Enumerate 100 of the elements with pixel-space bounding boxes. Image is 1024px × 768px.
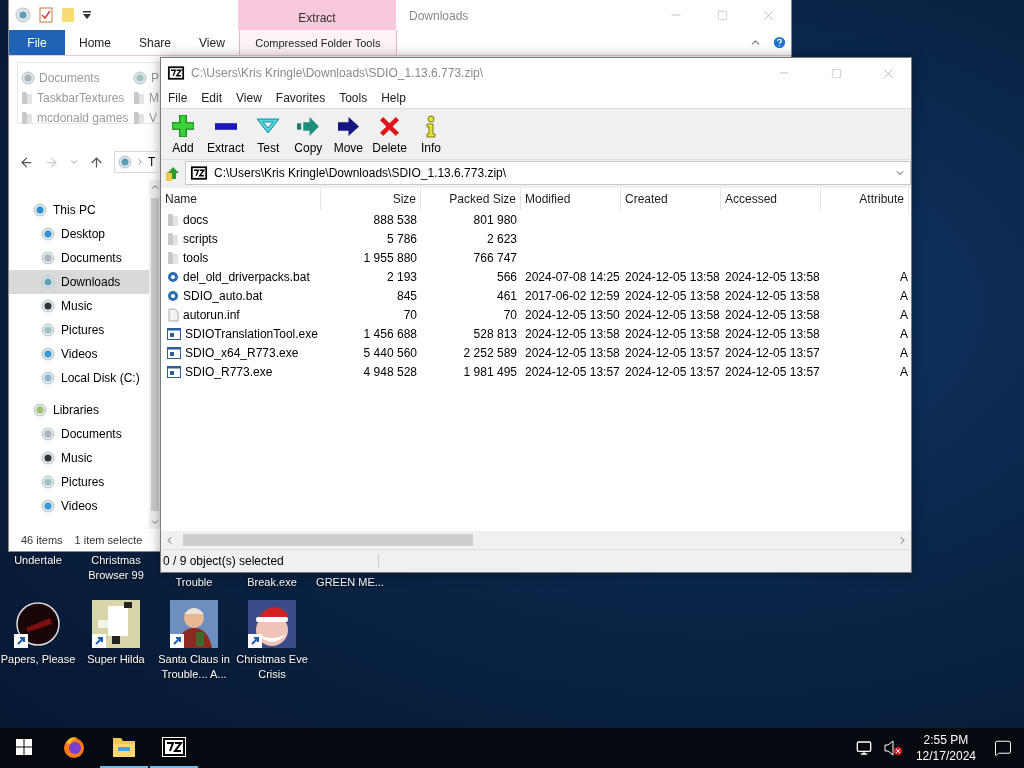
- column-header[interactable]: Created: [621, 188, 721, 210]
- file-name[interactable]: docs: [183, 212, 209, 227]
- file-name[interactable]: del_old_driverpacks.bat: [183, 269, 310, 284]
- nav-item[interactable]: Music: [9, 446, 149, 470]
- nav-item[interactable]: Desktop: [9, 222, 149, 246]
- nav-item[interactable]: Documents: [9, 246, 149, 270]
- toolbar-button[interactable]: Move: [328, 109, 369, 159]
- dropdown-icon[interactable]: [83, 10, 91, 20]
- network-icon[interactable]: [855, 740, 872, 756]
- desktop-shortcut[interactable]: Christmas Browser 99: [78, 553, 154, 583]
- toolbar-button[interactable]: Extract: [203, 109, 249, 159]
- nav-item[interactable]: Pictures: [9, 318, 149, 342]
- maximize-icon: [830, 67, 842, 79]
- nav-item[interactable]: Music: [9, 294, 149, 318]
- back-icon[interactable]: [19, 154, 34, 170]
- toolbar-button[interactable]: Delete: [368, 109, 412, 159]
- checklist-icon[interactable]: [39, 7, 53, 23]
- desktop-shortcut[interactable]: Santa Claus in Trouble... A...: [156, 600, 232, 682]
- toolbar-button[interactable]: Add: [163, 109, 203, 159]
- menu-item[interactable]: Tools: [332, 91, 375, 105]
- archive-icon: [190, 166, 208, 180]
- forward-icon[interactable]: [44, 154, 59, 170]
- scroll-down-icon[interactable]: [150, 517, 160, 527]
- status-text: 0 / 9 object(s) selected: [161, 554, 379, 568]
- address-field[interactable]: C:\Users\Kris Kringle\Downloads\SDIO_1.13.6.773.zip\: [185, 161, 911, 185]
- file-name[interactable]: SDIO_auto.bat: [183, 288, 263, 303]
- app-icon: [248, 600, 296, 648]
- toolbar-button[interactable]: Test: [248, 109, 289, 159]
- menu-item[interactable]: File: [161, 91, 195, 105]
- volume-muted-icon[interactable]: [883, 740, 902, 756]
- desktop-shortcut[interactable]: Trouble: [156, 575, 232, 590]
- column-header[interactable]: Size: [321, 188, 421, 210]
- address-bar[interactable]: T: [114, 151, 158, 173]
- chevron-right-icon: [135, 157, 145, 167]
- nav-item[interactable]: Videos: [9, 494, 149, 518]
- nav-item[interactable]: Documents: [9, 422, 149, 446]
- table-cell-text: 2024-12-05 13:57: [624, 344, 721, 362]
- arrow-right-icon: [297, 116, 320, 136]
- scrollbar[interactable]: [149, 180, 161, 529]
- nav-item[interactable]: Pictures: [9, 470, 149, 494]
- column-header[interactable]: Name: [161, 188, 321, 210]
- file-name[interactable]: SDIOTranslationTool.exe: [185, 326, 318, 341]
- desktop-shortcut[interactable]: Break.exe: [234, 575, 310, 590]
- table-cell-text: 2024-12-05 13:58: [524, 325, 621, 343]
- table-cell-text: 2024-12-05 13:57: [724, 363, 821, 381]
- file-name[interactable]: SDIO_R773.exe: [185, 364, 273, 379]
- menu-item[interactable]: Favorites: [268, 91, 333, 105]
- table-cell-text: 2017-06-02 12:59: [524, 287, 621, 305]
- table-cell-text: 1 456 688: [362, 325, 418, 343]
- table-cell: A: [900, 288, 908, 303]
- app-icon: [92, 600, 140, 648]
- column-header[interactable]: Attribute: [821, 188, 909, 210]
- table-cell: A: [900, 326, 908, 341]
- ribbon-tab[interactable]: File: [9, 30, 65, 55]
- nav-item[interactable]: Downloads: [9, 270, 149, 294]
- desktop-shortcut[interactable]: Undertale: [0, 553, 76, 568]
- window-title: Downloads: [408, 8, 470, 25]
- window-icon: [167, 365, 181, 378]
- desktop-shortcut[interactable]: Christmas Eve Crisis: [234, 600, 310, 682]
- recent-locations-icon[interactable]: [69, 157, 79, 167]
- table-cell-text: 2024-07-08 14:25: [524, 268, 621, 286]
- app-icon: [170, 600, 218, 648]
- nav-item[interactable]: This PC: [9, 198, 149, 222]
- menu-item[interactable]: Edit: [194, 91, 230, 105]
- column-header[interactable]: Accessed: [721, 188, 821, 210]
- scrollbar[interactable]: [161, 531, 911, 549]
- menu-item[interactable]: Help: [374, 91, 413, 105]
- nav-item[interactable]: Libraries: [9, 398, 149, 422]
- clock[interactable]: 2:55 PM 12/17/2024: [907, 728, 984, 768]
- up-icon[interactable]: [89, 154, 104, 170]
- up-folder-icon[interactable]: [165, 164, 181, 182]
- desktop-shortcut[interactable]: Papers, Please: [0, 600, 76, 667]
- nav-item[interactable]: Videos: [9, 342, 149, 366]
- desktop-shortcut[interactable]: Super Hilda: [78, 600, 154, 667]
- help-icon: [771, 35, 787, 50]
- status-text: 46 items: [21, 534, 63, 546]
- delete-icon: [380, 116, 400, 136]
- column-header[interactable]: Modified: [521, 188, 621, 210]
- scroll-up-icon[interactable]: [150, 182, 160, 192]
- file-icon: [167, 307, 179, 322]
- window-icon: [167, 346, 181, 359]
- toolbar-button[interactable]: Copy: [288, 109, 329, 159]
- table-cell-text: 2024-12-05 13:57: [624, 363, 721, 381]
- firefox-icon: [62, 735, 86, 759]
- notifications-icon[interactable]: [994, 739, 1012, 757]
- file-name[interactable]: autorun.inf: [183, 307, 240, 322]
- toolbar-button[interactable]: Info: [411, 109, 452, 159]
- maximize-icon: [716, 9, 728, 21]
- arrow-right-icon: [337, 116, 359, 136]
- column-header[interactable]: Packed Size: [421, 188, 521, 210]
- ribbon-tab[interactable]: Compressed Folder Tools: [238, 30, 397, 55]
- file-name[interactable]: scripts: [183, 231, 218, 246]
- file-name[interactable]: tools: [183, 250, 209, 265]
- table-cell-text: 5 786: [385, 230, 418, 248]
- table-cell-text: 528 813: [472, 325, 518, 343]
- table-cell-text: 2 623: [485, 230, 518, 248]
- nav-item[interactable]: Local Disk (C:): [9, 366, 149, 390]
- file-name[interactable]: SDIO_x64_R773.exe: [185, 345, 299, 360]
- desktop-shortcut[interactable]: GREEN ME...: [312, 575, 388, 590]
- menu-item[interactable]: View: [229, 91, 269, 105]
